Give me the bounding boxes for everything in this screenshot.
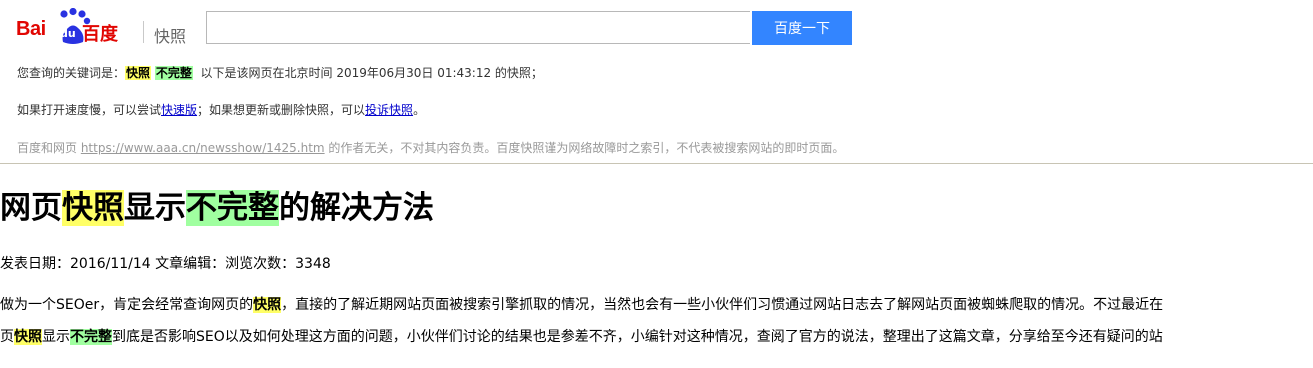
fast-version-link[interactable]: 快速版 (161, 103, 197, 117)
snapshot-time-text: 以下是该网页在北京时间 2019年06月30日 01:43:12 的快照； (200, 66, 543, 80)
disclaimer-prefix: 百度和网页 (17, 141, 81, 155)
p2-text-b: 显示 (42, 329, 70, 345)
article-paragraph-2: 页快照显示不完整到底是否影响SEO以及如何处理这方面的问题，小伙伴们讨论的结果也… (0, 326, 1163, 346)
header-divider (0, 163, 1313, 164)
title-part-2: 显示 (124, 190, 186, 226)
logo-separator (143, 21, 144, 43)
keywords-prefix: 您查询的关键词是： (17, 66, 126, 80)
keyword-highlight-2: 不完整 (154, 66, 193, 80)
disclaimer-text: 的作者无关，不对其内容负责。百度快照谨为网络故障时之索引，不代表被搜索网站的即时… (324, 141, 845, 155)
snapshot-header: Bai du 百度 快照 百度一下 您查询的关键词是：快照 不完整 以下是该网页… (0, 0, 1313, 164)
p1-highlight: 快照 (253, 297, 282, 313)
logo-text-baidu: 百度 (82, 24, 118, 45)
search-input[interactable] (206, 11, 750, 44)
disclaimer: 百度和网页 https://www.aaa.cn/newsshow/1425.h… (17, 139, 844, 156)
title-highlight-1: 快照 (62, 190, 124, 226)
p1-text-a: 做为一个SEOer，肯定会经常查询网页的 (0, 297, 254, 313)
speed-notice: 如果打开速度慢，可以尝试快速版；如果想更新或删除快照，可以投诉快照。 (17, 101, 425, 118)
speed-notice-text: 如果打开速度慢，可以尝试 (17, 103, 162, 117)
title-part-3: 的解决方法 (279, 190, 434, 226)
p2-highlight-2: 不完整 (70, 329, 112, 345)
period-text: 。 (413, 103, 426, 117)
update-notice-text: ；如果想更新或删除快照，可以 (197, 103, 366, 117)
p1-text-b: ，直接的了解近期网站页面被搜索引擎抓取的情况，当然也会有一些小伙伴们习惯通过网站… (281, 297, 1164, 313)
title-highlight-2: 不完整 (186, 190, 279, 226)
p2-text-a: 页 (0, 329, 14, 345)
p2-text-c: 到底是否影响SEO以及如何处理这方面的问题，小伙伴们讨论的结果也是参差不齐，小编… (112, 329, 1163, 345)
article-paragraph-1: 做为一个SEOer，肯定会经常查询网页的快照，直接的了解近期网站页面被搜索引擎抓… (0, 294, 1163, 314)
search-button[interactable]: 百度一下 (752, 11, 852, 45)
title-part-1: 网页 (0, 190, 62, 226)
keyword-highlight-1: 快照 (125, 66, 152, 80)
logo-text-du: du (60, 27, 76, 40)
p2-highlight-1: 快照 (14, 329, 42, 345)
article-title: 网页快照显示不完整的解决方法 (0, 186, 434, 230)
article-meta: 发表日期：2016/11/14 文章编辑：浏览次数：3348 (0, 256, 331, 272)
complain-snapshot-link[interactable]: 投诉快照 (365, 103, 413, 117)
keywords-notice: 您查询的关键词是：快照 不完整 以下是该网页在北京时间 2019年06月30日 … (17, 64, 543, 81)
source-url-link[interactable]: https://www.aaa.cn/newsshow/1425.htm (81, 141, 325, 155)
logo-text-bai: Bai (16, 18, 46, 40)
baidu-logo[interactable]: Bai du 百度 快照 (16, 6, 191, 46)
logo-product-name: 快照 (154, 27, 187, 46)
